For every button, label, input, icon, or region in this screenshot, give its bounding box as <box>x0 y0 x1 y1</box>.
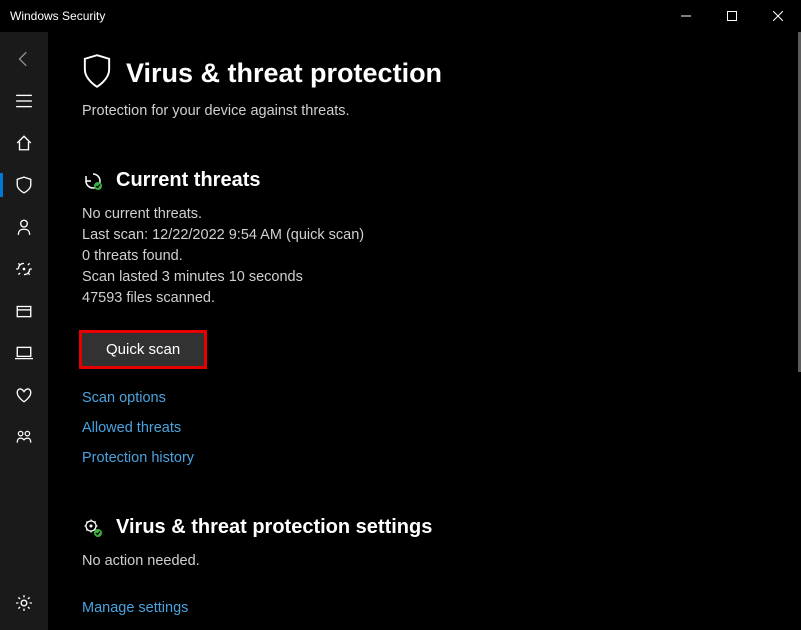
window-controls <box>663 0 801 32</box>
sidebar-item-app-browser-control[interactable] <box>0 290 48 332</box>
scan-options-link[interactable]: Scan options <box>82 390 166 406</box>
main-content: Virus & threat protection Protection for… <box>48 32 801 630</box>
title-bar: Windows Security <box>0 0 801 32</box>
current-threats-section: Current threats No current threats. Last… <box>82 169 767 466</box>
sidebar-item-virus-protection[interactable] <box>0 164 48 206</box>
settings-status-text: No action needed. <box>82 551 767 572</box>
back-button[interactable] <box>0 38 48 80</box>
minimize-button[interactable] <box>663 0 709 32</box>
protection-settings-section: Virus & threat protection settings No ac… <box>82 516 767 616</box>
sidebar-item-device-security[interactable] <box>0 332 48 374</box>
page-title: Virus & threat protection <box>126 58 442 89</box>
protection-settings-title: Virus & threat protection settings <box>116 516 432 539</box>
sidebar-item-account-protection[interactable] <box>0 206 48 248</box>
sidebar-item-device-performance[interactable] <box>0 374 48 416</box>
scan-status-icon <box>82 170 104 192</box>
shield-icon <box>82 54 112 93</box>
maximize-button[interactable] <box>709 0 755 32</box>
allowed-threats-link[interactable]: Allowed threats <box>82 420 181 436</box>
menu-button[interactable] <box>0 80 48 122</box>
current-threats-title: Current threats <box>116 169 260 192</box>
sidebar-item-home[interactable] <box>0 122 48 164</box>
threats-found-text: 0 threats found. <box>82 246 767 267</box>
sidebar <box>0 32 48 630</box>
page-header: Virus & threat protection <box>82 54 767 93</box>
settings-status-icon <box>82 517 104 539</box>
sidebar-item-family-options[interactable] <box>0 416 48 458</box>
files-scanned-text: 47593 files scanned. <box>82 288 767 309</box>
sidebar-item-settings[interactable] <box>0 582 48 624</box>
scan-duration-text: Scan lasted 3 minutes 10 seconds <box>82 267 767 288</box>
last-scan-text: Last scan: 12/22/2022 9:54 AM (quick sca… <box>82 225 767 246</box>
quick-scan-button[interactable]: Quick scan <box>82 333 204 366</box>
manage-settings-link[interactable]: Manage settings <box>82 600 188 616</box>
close-button[interactable] <box>755 0 801 32</box>
sidebar-item-firewall[interactable] <box>0 248 48 290</box>
threat-status-text: No current threats. <box>82 204 767 225</box>
protection-history-link[interactable]: Protection history <box>82 450 194 466</box>
page-subtitle: Protection for your device against threa… <box>82 103 767 119</box>
window-title: Windows Security <box>10 9 105 23</box>
